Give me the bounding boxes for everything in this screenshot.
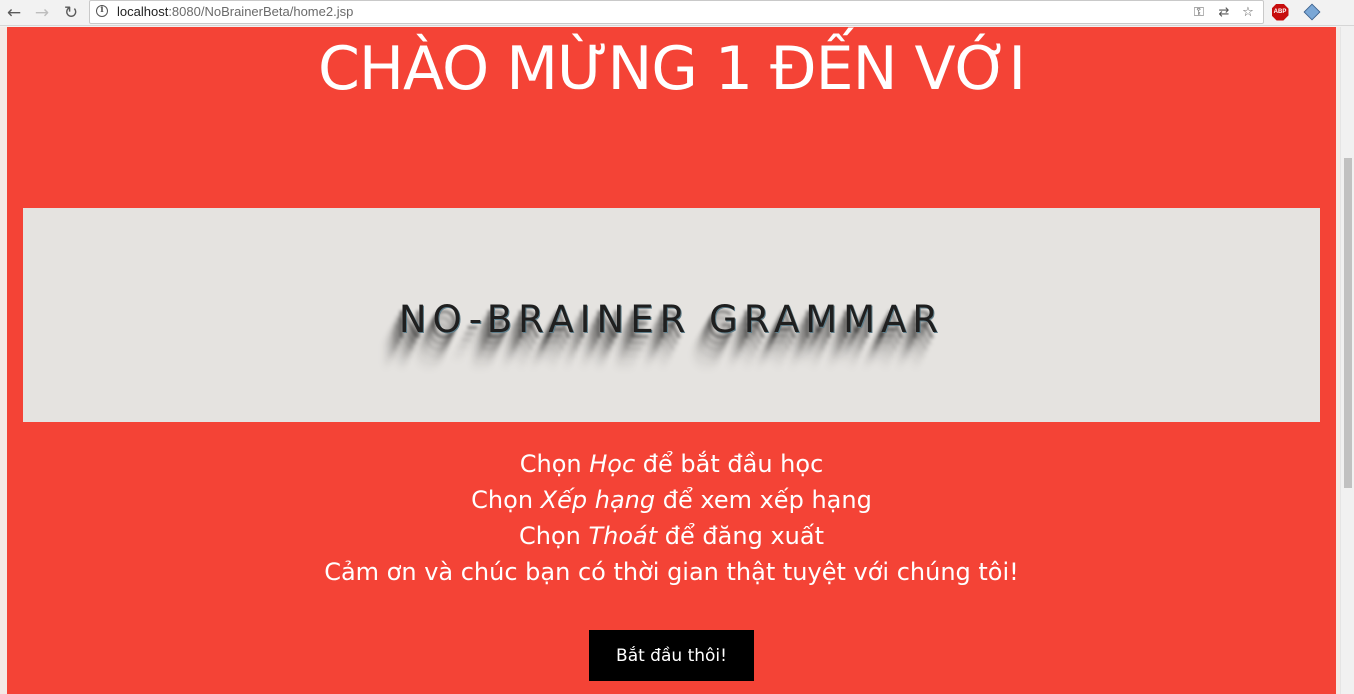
url-host: localhost xyxy=(117,4,169,19)
instruction-logout-keyword: Thoát xyxy=(588,522,658,550)
star-icon[interactable]: ☆ xyxy=(1240,4,1256,20)
instruction-ranking: Chọn Xếp hạng để xem xếp hạng xyxy=(7,482,1336,518)
page-content: CHÀO MỪNG 1 ĐẾN VỚI NO-BRAINER GRAMMAR C… xyxy=(7,27,1336,694)
instruction-logout: Chọn Thoát để đăng xuất xyxy=(7,518,1336,554)
browser-toolbar: ← → ↻ i localhost:8080/NoBrainerBeta/hom… xyxy=(0,0,1354,26)
vertical-scrollbar[interactable] xyxy=(1340,27,1354,694)
url-text[interactable]: localhost:8080/NoBrainerBeta/home2.jsp xyxy=(117,4,353,19)
instructions: Chọn Học để bắt đầu học Chọn Xếp hạng để… xyxy=(7,446,1336,590)
instruction-ranking-post: để xem xếp hạng xyxy=(655,486,872,514)
extension-cube-icon[interactable] xyxy=(1303,3,1321,21)
forward-icon[interactable]: → xyxy=(31,2,53,24)
logo-text: NO-BRAINER GRAMMAR xyxy=(398,298,945,341)
instruction-logout-post: để đăng xuất xyxy=(657,522,824,550)
back-icon[interactable]: ← xyxy=(3,2,25,24)
instruction-ranking-keyword: Xếp hạng xyxy=(540,486,656,514)
instruction-ranking-pre: Chọn xyxy=(471,486,541,514)
adblock-icon[interactable]: ABP xyxy=(1271,3,1289,21)
start-button[interactable]: Bắt đầu thôi! xyxy=(589,630,754,681)
key-icon[interactable]: ⚿ xyxy=(1191,4,1207,20)
instruction-learn: Chọn Học để bắt đầu học xyxy=(7,446,1336,482)
logo-banner: NO-BRAINER GRAMMAR xyxy=(23,208,1320,422)
reload-icon[interactable]: ↻ xyxy=(60,2,82,24)
instruction-learn-keyword: Học xyxy=(589,450,636,478)
info-icon[interactable]: i xyxy=(96,5,108,17)
translate-icon[interactable]: ⇄ xyxy=(1216,4,1232,20)
instruction-learn-post: để bắt đầu học xyxy=(635,450,824,478)
welcome-heading: CHÀO MỪNG 1 ĐẾN VỚI xyxy=(317,34,1026,104)
page-viewport: CHÀO MỪNG 1 ĐẾN VỚI NO-BRAINER GRAMMAR C… xyxy=(0,27,1340,694)
instruction-logout-pre: Chọn xyxy=(519,522,589,550)
instruction-learn-pre: Chọn xyxy=(519,450,590,478)
address-bar[interactable]: i localhost:8080/NoBrainerBeta/home2.jsp… xyxy=(89,0,1264,24)
adblock-label: ABP xyxy=(1271,3,1289,21)
thank-you-text: Cảm ơn và chúc bạn có thời gian thật tuy… xyxy=(324,558,1019,586)
scrollbar-thumb[interactable] xyxy=(1344,158,1352,488)
url-path: :8080/NoBrainerBeta/home2.jsp xyxy=(168,4,354,19)
